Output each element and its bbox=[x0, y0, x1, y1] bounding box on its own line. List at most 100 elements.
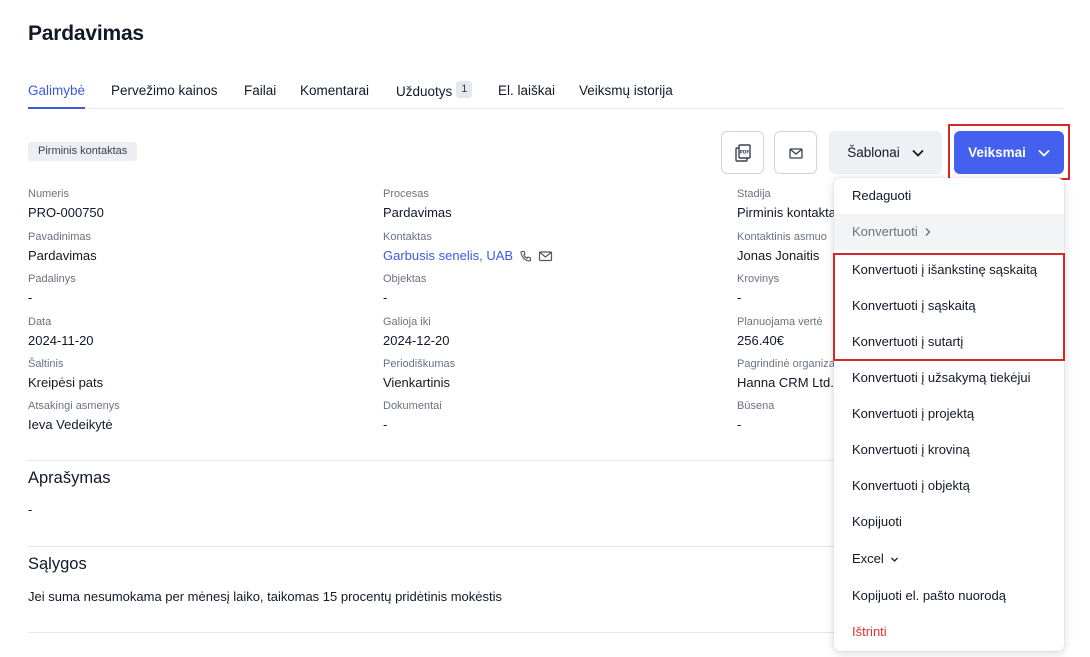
tab-label: Komentarai bbox=[300, 83, 370, 98]
tab-bar: Galimybė Pervežimo kainos Failai Komenta… bbox=[28, 80, 1063, 109]
menu-item-convert[interactable]: Konvertuoti bbox=[834, 214, 1064, 250]
menu-item-convert-invoice[interactable]: Konvertuoti į sąskaitą bbox=[834, 288, 1064, 324]
menu-item-excel[interactable]: Excel bbox=[834, 541, 1064, 577]
field-value: PRO-000750 bbox=[28, 205, 104, 220]
field-contact-person: Kontaktinis asmuo Jonas Jonaitis bbox=[737, 231, 827, 264]
menu-item-label: Konvertuoti į kroviną bbox=[852, 442, 970, 457]
email-button[interactable] bbox=[774, 131, 817, 174]
conditions-title: Sąlygos bbox=[28, 555, 87, 573]
field-label: Numeris bbox=[28, 188, 69, 200]
menu-item-edit[interactable]: Redaguoti bbox=[834, 178, 1064, 214]
field-label: Galioja iki bbox=[383, 316, 431, 328]
field-value: - bbox=[737, 290, 742, 305]
field-value: Vienkartinis bbox=[383, 375, 450, 390]
menu-item-label: Kopijuoti bbox=[852, 514, 902, 529]
envelope-icon bbox=[788, 147, 803, 159]
menu-item-label: Ištrinti bbox=[852, 624, 887, 639]
field-label: Atsakingi asmenys bbox=[28, 400, 120, 412]
menu-item-label: Konvertuoti į užsakymą tiekėjui bbox=[852, 370, 1031, 385]
field-name: Pavadinimas Pardavimas bbox=[28, 231, 97, 264]
field-label: Objektas bbox=[383, 273, 427, 285]
field-label: Periodiškumas bbox=[383, 358, 456, 370]
field-value: 2024-11-20 bbox=[28, 333, 94, 348]
menu-item-delete[interactable]: Ištrinti bbox=[834, 614, 1064, 650]
field-value: - bbox=[383, 290, 388, 305]
actions-button[interactable]: Veiksmai bbox=[954, 131, 1064, 174]
menu-item-label: Konvertuoti į sąskaitą bbox=[852, 298, 976, 313]
tab-label: Užduotys bbox=[396, 84, 453, 99]
tab-transport-prices[interactable]: Pervežimo kainos bbox=[111, 83, 218, 98]
menu-item-convert-object[interactable]: Konvertuoti į objektą bbox=[834, 468, 1064, 504]
tab-label: Galimybė bbox=[28, 83, 86, 98]
field-value: 2024-12-20 bbox=[383, 333, 450, 348]
field-label: Būsena bbox=[737, 400, 775, 412]
field-object: Objektas - bbox=[383, 273, 426, 306]
field-status: Būsena - bbox=[737, 400, 774, 433]
field-periodicity: Periodiškumas Vienkartinis bbox=[383, 358, 455, 391]
field-value: Pirminis kontaktas bbox=[737, 205, 843, 220]
field-value: Kreipėsi pats bbox=[28, 375, 104, 390]
menu-item-convert-contract[interactable]: Konvertuoti į sutartį bbox=[834, 324, 1064, 360]
actions-label: Veiksmai bbox=[968, 145, 1026, 160]
field-value: Ieva Vedeikytė bbox=[28, 417, 113, 432]
menu-item-copy[interactable]: Kopijuoti bbox=[834, 504, 1064, 540]
menu-item-copy-email-link[interactable]: Kopijuoti el. pašto nuorodą bbox=[834, 578, 1064, 614]
menu-item-label: Kopijuoti el. pašto nuorodą bbox=[852, 588, 1006, 603]
stage-badge: Pirminis kontaktas bbox=[28, 142, 138, 161]
field-value: Pardavimas bbox=[28, 248, 97, 263]
phone-icon[interactable] bbox=[519, 249, 533, 263]
page-title: Pardavimas bbox=[28, 22, 144, 45]
contact-link[interactable]: Garbusis senelis, UAB bbox=[383, 248, 513, 264]
menu-item-label: Konvertuoti bbox=[852, 224, 918, 239]
tab-tasks[interactable]: Užduotys 1 bbox=[396, 81, 473, 100]
tab-comments[interactable]: Komentarai bbox=[300, 83, 369, 98]
field-label: Data bbox=[28, 316, 52, 328]
templates-button[interactable]: Šablonai bbox=[829, 131, 942, 174]
tab-label: El. laiškai bbox=[498, 83, 556, 98]
tab-opportunity[interactable]: Galimybė bbox=[28, 83, 86, 109]
menu-item-label: Konvertuoti į objektą bbox=[852, 478, 970, 493]
menu-item-label: Konvertuoti į projektą bbox=[852, 406, 975, 421]
field-value: Pardavimas bbox=[383, 205, 452, 220]
field-number: Numeris PRO-000750 bbox=[28, 188, 104, 221]
field-source: Šaltinis Kreipėsi pats bbox=[28, 358, 103, 391]
field-value: - bbox=[737, 417, 742, 432]
field-contact: Kontaktas Garbusis senelis, UAB bbox=[383, 231, 553, 264]
menu-item-convert-project[interactable]: Konvertuoti į projektą bbox=[834, 396, 1064, 432]
pdf-button[interactable]: PDF bbox=[721, 131, 764, 174]
tab-action-history[interactable]: Veiksmų istorija bbox=[579, 83, 673, 98]
tab-files[interactable]: Failai bbox=[244, 83, 276, 98]
field-value: Jonas Jonaitis bbox=[737, 248, 827, 264]
field-documents: Dokumentai - bbox=[383, 400, 442, 433]
chevron-down-icon bbox=[890, 557, 898, 562]
tab-label: Failai bbox=[244, 83, 277, 98]
menu-item-convert-prepayment-invoice[interactable]: Konvertuoti į išankstinę sąskaitą bbox=[834, 252, 1064, 288]
actions-dropdown-menu: Redaguoti Konvertuoti Konvertuoti į išan… bbox=[834, 178, 1064, 651]
field-process: Procesas Pardavimas bbox=[383, 188, 452, 221]
envelope-icon[interactable] bbox=[538, 249, 553, 263]
contact-person-name: Jonas Jonaitis bbox=[737, 248, 820, 263]
svg-text:PDF: PDF bbox=[739, 149, 749, 154]
menu-item-label: Excel bbox=[852, 551, 884, 566]
menu-item-label: Konvertuoti į sutartį bbox=[852, 334, 964, 349]
tab-label: Veiksmų istorija bbox=[579, 83, 673, 98]
field-department: Padalinys - bbox=[28, 273, 76, 306]
field-date: Data 2024-11-20 bbox=[28, 316, 94, 349]
field-value: - bbox=[383, 417, 388, 432]
tab-emails[interactable]: El. laiškai bbox=[498, 83, 555, 98]
field-value: Garbusis senelis, UAB bbox=[383, 248, 553, 264]
menu-item-convert-supplier-order[interactable]: Konvertuoti į užsakymą tiekėjui bbox=[834, 360, 1064, 396]
field-valid-until: Galioja iki 2024-12-20 bbox=[383, 316, 450, 349]
chevron-right-icon bbox=[925, 228, 931, 236]
field-label: Planuojama vertė bbox=[737, 316, 823, 328]
field-label: Pavadinimas bbox=[28, 231, 91, 243]
templates-label: Šablonai bbox=[847, 145, 900, 160]
chevron-down-icon bbox=[1038, 149, 1050, 157]
field-label: Procesas bbox=[383, 188, 429, 200]
tasks-count-badge: 1 bbox=[456, 81, 473, 98]
tab-label: Pervežimo kainos bbox=[111, 83, 218, 98]
menu-item-convert-cargo[interactable]: Konvertuoti į kroviną bbox=[834, 432, 1064, 468]
description-title: Aprašymas bbox=[28, 469, 111, 487]
field-value: - bbox=[28, 290, 33, 305]
pdf-document-icon: PDF bbox=[734, 143, 751, 162]
